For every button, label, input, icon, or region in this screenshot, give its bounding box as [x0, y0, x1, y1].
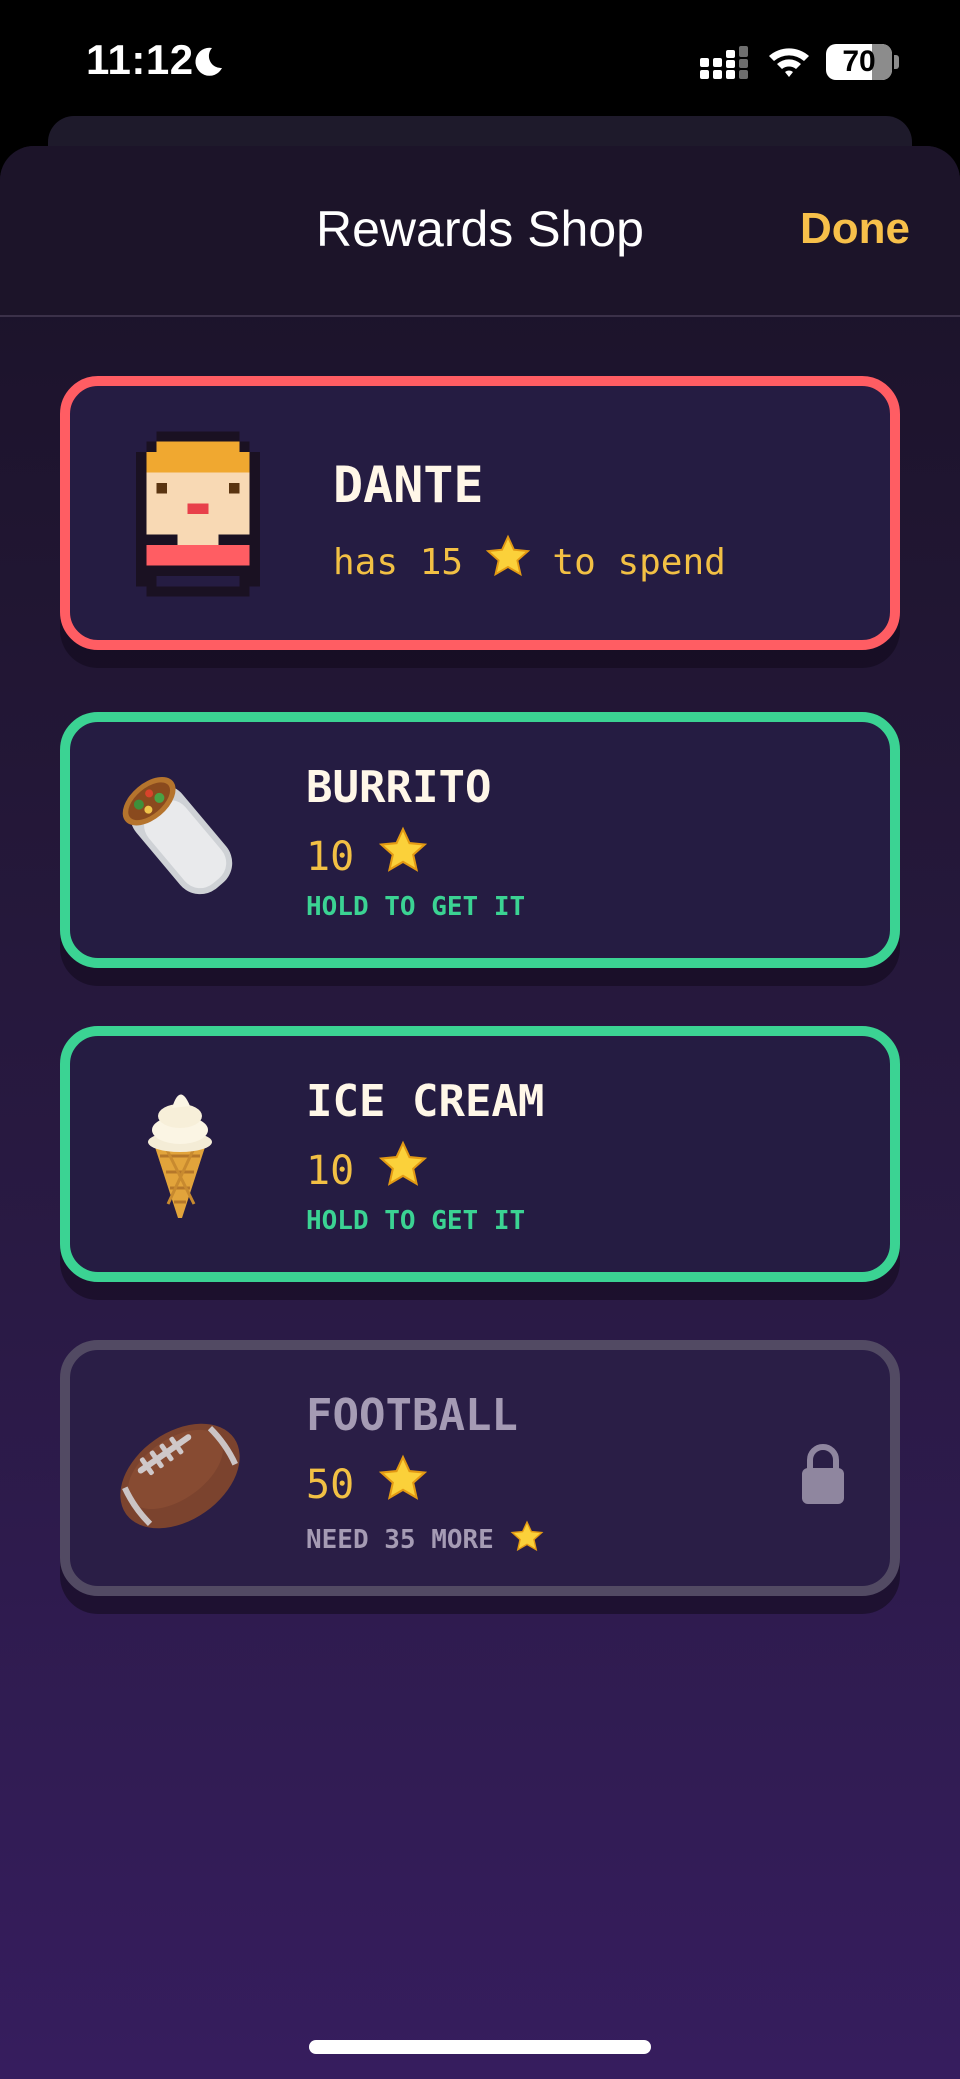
- reward-item-ice-cream[interactable]: ICE CREAM 10 HOLD TO GET IT: [60, 1026, 900, 1282]
- profile-name: DANTE: [333, 456, 484, 514]
- star-icon: [379, 826, 428, 872]
- balance-suffix: to spend: [552, 542, 726, 583]
- burrito-icon: [122, 776, 233, 895]
- wifi-icon: [769, 48, 809, 77]
- reward-item-burrito[interactable]: BURRITO 10 HOLD TO GET IT: [60, 712, 900, 968]
- battery-icon: 70: [826, 44, 892, 80]
- star-icon: [510, 1520, 543, 1552]
- item-cost: 50: [306, 1454, 428, 1508]
- item-cost-value: 10: [306, 834, 355, 880]
- item-action-hint: NEED 35 MORE: [306, 1520, 544, 1555]
- nav-bar: Rewards Shop Done: [0, 146, 960, 317]
- balance-prefix: has 15: [333, 542, 464, 583]
- item-name: FOOTBALL: [306, 1390, 518, 1441]
- item-cost: 10: [306, 1140, 428, 1194]
- profile-card: DANTE has 15 to spend: [60, 376, 900, 650]
- star-icon: [379, 1454, 428, 1500]
- item-action-text: NEED 35 MORE: [306, 1525, 494, 1555]
- football-icon: [120, 1423, 240, 1529]
- screen: 11:12 70 Rewards Shop Done DANTE has 15 …: [0, 0, 960, 2079]
- status-time: 11:12: [86, 36, 194, 83]
- rewards-sheet: Rewards Shop Done DANTE has 15 to spend …: [0, 146, 960, 2079]
- item-name: BURRITO: [306, 762, 492, 813]
- star-icon: [485, 534, 530, 577]
- item-name: ICE CREAM: [306, 1076, 545, 1127]
- ice-cream-icon: [148, 1094, 212, 1218]
- item-action-hint: HOLD TO GET IT: [306, 892, 526, 922]
- home-indicator[interactable]: [309, 2040, 651, 2054]
- star-icon: [379, 1140, 428, 1186]
- reward-item-football[interactable]: FOOTBALL 50 NEED 35 MORE: [60, 1340, 900, 1596]
- item-cost-value: 50: [306, 1462, 355, 1508]
- item-cost: 10: [306, 826, 428, 880]
- item-cost-value: 10: [306, 1148, 355, 1194]
- signal-icon: [700, 46, 748, 79]
- lock-icon: [802, 1444, 844, 1504]
- status-bar: 11:12 70: [0, 0, 960, 120]
- profile-balance: has 15 to spend: [333, 534, 726, 583]
- moon-icon: [195, 47, 222, 76]
- pixel-avatar-icon: [136, 431, 260, 597]
- item-action-hint: HOLD TO GET IT: [306, 1206, 526, 1236]
- done-button[interactable]: Done: [800, 204, 910, 254]
- battery-level: 70: [842, 45, 876, 78]
- battery-nub: [894, 55, 899, 69]
